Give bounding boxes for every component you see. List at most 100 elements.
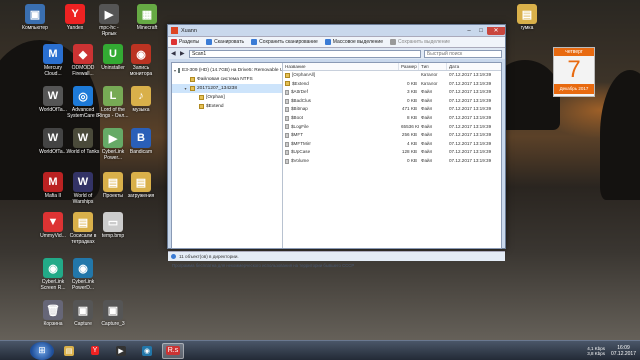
tree-node[interactable]: ▾ E3-309 (HD) (14.7GB) на Drive5: Removab… (172, 66, 282, 75)
desktop-icon[interactable]: ◉ CyberLink Screen R... (36, 258, 70, 291)
partitions-icon (171, 39, 177, 45)
desktop-icon[interactable]: ▤ загружения (124, 172, 158, 199)
desktop-icon-label: World of Tanks (66, 149, 100, 155)
file-rows: [OrphanAll] Каталог 07.12.2017 13:19:39 $Ex… (283, 71, 501, 166)
tree-node[interactable]: $Extend (172, 102, 282, 111)
background-tree (600, 70, 640, 200)
desktop-icon[interactable]: B Bandicam (124, 128, 158, 155)
desktop-icon[interactable]: ▣ Capture (66, 300, 100, 327)
file-row[interactable]: $MFTMirr 4 KB Файл 07.12.2017 13:19:39 (283, 140, 501, 149)
desktop-icon[interactable]: ▣ Компьютер (18, 4, 52, 31)
desktop-icon[interactable]: ♪ музыка (124, 86, 158, 113)
tree-node[interactable]: ▾ 20171207_134238 (172, 84, 282, 93)
toolbar-button[interactable]: Сканировать (206, 39, 244, 45)
desktop-icon[interactable]: ▶ mpc-hc - Ярлык (92, 4, 126, 37)
expand-arrow-icon[interactable]: ▾ (183, 84, 188, 93)
desktop-icon[interactable]: ▦ Minecraft (130, 4, 164, 31)
app-icon (171, 27, 178, 34)
desktop-icon[interactable]: ▭ temp.bmp (96, 212, 130, 239)
taskbar-apps: ▤ Y ▶ ◉ R.s (54, 342, 184, 359)
network-speed: 4,1 Kbps 3,8 Kbps (587, 346, 605, 357)
desktop-icon[interactable]: Y Yandex (58, 4, 92, 31)
desktop-icon-image: Y (65, 4, 85, 24)
close-button[interactable]: ✕ (487, 26, 505, 35)
file-row[interactable]: $MFT 256 KB Файл 07.12.2017 13:19:39 (283, 131, 501, 140)
file-row[interactable]: $Extend 0 KB Каталог 07.12.2017 13:19:39 (283, 80, 501, 89)
desktop-icon-image: ▣ (103, 300, 123, 320)
desktop-icon[interactable]: W WorldOfTa... (36, 86, 70, 113)
column-date[interactable]: Дата (447, 63, 500, 70)
taskbar-app-icon: R.s (165, 346, 181, 355)
file-name-cell: $UpCase (283, 148, 399, 157)
desktop-icon[interactable]: W WorldOfTa... (36, 128, 70, 155)
title-bar[interactable]: Xuann – □ ✕ (168, 25, 505, 36)
tree-node[interactable]: [Orphan] (172, 93, 282, 102)
taskbar-app-button[interactable]: R.s (162, 342, 184, 359)
file-name-cell: $MFTMirr (283, 140, 399, 149)
desktop-icon-image: ▣ (25, 4, 45, 24)
file-name-cell: $Bitmap (283, 105, 399, 114)
taskbar-app-button[interactable]: Y (84, 343, 106, 359)
desktop-icon-label: Advanced SystemCare 8 (67, 107, 99, 119)
start-button[interactable]: ⊞ (30, 341, 54, 360)
address-input[interactable] (189, 49, 421, 58)
desktop-icon[interactable]: ▼ UmmyVid... (36, 212, 70, 239)
file-row[interactable]: $UpCase 128 KB Файл 07.12.2017 13:19:39 (283, 148, 501, 157)
tree-node[interactable]: Файловая система NTFS (172, 75, 282, 84)
desktop-icon[interactable]: ◆ ODMODD Firewall... (66, 44, 100, 77)
desktop-icon[interactable]: ▤ Сосисали в тетрадках (66, 212, 100, 245)
desktop-icon[interactable]: ▤ гумка (510, 4, 544, 31)
desktop-icon[interactable]: ◉ CyberLink PowerD... (66, 258, 100, 291)
file-icon (285, 89, 289, 95)
toolbar-button[interactable]: Разделы (171, 39, 199, 45)
maximize-button[interactable]: □ (475, 27, 487, 35)
file-date: 07.12.2017 13:19:39 (449, 114, 492, 120)
desktop-icon[interactable]: ◎ Advanced SystemCare 8 (66, 86, 100, 119)
taskbar-app-button[interactable]: ▶ (110, 343, 132, 359)
expand-arrow-icon[interactable]: ▾ (174, 66, 176, 75)
file-date: 07.12.2017 13:19:39 (449, 132, 492, 138)
desktop-icon[interactable]: M Mafia II (36, 172, 70, 199)
file-row[interactable]: $Boot 8 KB Файл 07.12.2017 13:19:39 (283, 114, 501, 123)
taskbar: ⊞ ▤ Y ▶ ◉ R.s 4,1 Kbps 3,8 Kbps 16:09 07.12.… (0, 340, 640, 360)
desktop-icon[interactable]: W World of Warships (66, 172, 100, 205)
file-type: Файл (421, 97, 433, 103)
toolbar-button[interactable]: Массовое выделение (324, 39, 383, 45)
file-row[interactable]: $LogFile 65536 KBФайл 07.12.2017 13:19:39 (283, 123, 501, 132)
column-size[interactable]: Размер (399, 63, 419, 70)
toolbar-button[interactable]: Сохранить выделение (389, 39, 450, 45)
save-selection-icon (389, 39, 396, 45)
clock[interactable]: 16:09 07.12.2017 (611, 345, 636, 357)
desktop-icon-image: ♪ (131, 86, 151, 106)
column-type[interactable]: Тип (419, 63, 447, 70)
file-name: $Extend (292, 80, 309, 86)
desktop-icon[interactable]: ▣ Capture_3 (96, 300, 130, 327)
desktop-icon-label: WorldOfTa... (39, 107, 67, 113)
column-name[interactable]: Название (283, 63, 399, 70)
forward-arrow-icon[interactable]: ▶ (180, 50, 186, 57)
desktop-icon[interactable]: M Mercury Cloud... (36, 44, 70, 77)
file-icon (285, 124, 289, 130)
desktop-icon-image: U (103, 44, 123, 64)
toolbar-button[interactable]: Сохранить сканирование (251, 39, 318, 45)
file-row[interactable]: $Volume 0 KB Файл 07.12.2017 13:19:39 (283, 157, 501, 166)
file-row[interactable]: $BadClus 0 KB Файл 07.12.2017 13:19:39 (283, 97, 501, 106)
desktop-icon-label: temp.bmp (101, 233, 125, 239)
recovery-window: Xuann – □ ✕ Разделы Сканировать Сохранить … (167, 24, 506, 268)
desktop-icon[interactable]: 🗑 Корзина (36, 300, 70, 327)
taskbar-app-button[interactable]: ▤ (58, 343, 80, 359)
file-name: $Boot (291, 114, 304, 120)
tree-node-label: $Extend (206, 104, 224, 109)
desktop-icon[interactable]: ◉ Запись монитора (124, 44, 158, 77)
search-input[interactable] (424, 49, 502, 58)
minimize-button[interactable]: – (463, 27, 475, 35)
desktop-icon-image: ▭ (103, 212, 123, 232)
file-row[interactable]: $AttrDef 3 KB Файл 07.12.2017 13:19:39 (283, 88, 501, 97)
desktop-icon[interactable]: W World of Tanks (66, 128, 100, 155)
file-list: Название Размер Тип Дата [OrphanAll] Ката… (283, 63, 501, 248)
taskbar-app-button[interactable]: ◉ (136, 343, 158, 359)
file-row[interactable]: $Bitmap 471 KB Файл 07.12.2017 13:19:39 (283, 105, 501, 114)
back-arrow-icon[interactable]: ◀ (171, 50, 177, 57)
tree-node-label: E3-309 (HD) (14.7GB) на Drive5: Removabl… (182, 68, 282, 73)
file-row[interactable]: [OrphanAll] Каталог 07.12.2017 13:19:39 (283, 71, 501, 80)
